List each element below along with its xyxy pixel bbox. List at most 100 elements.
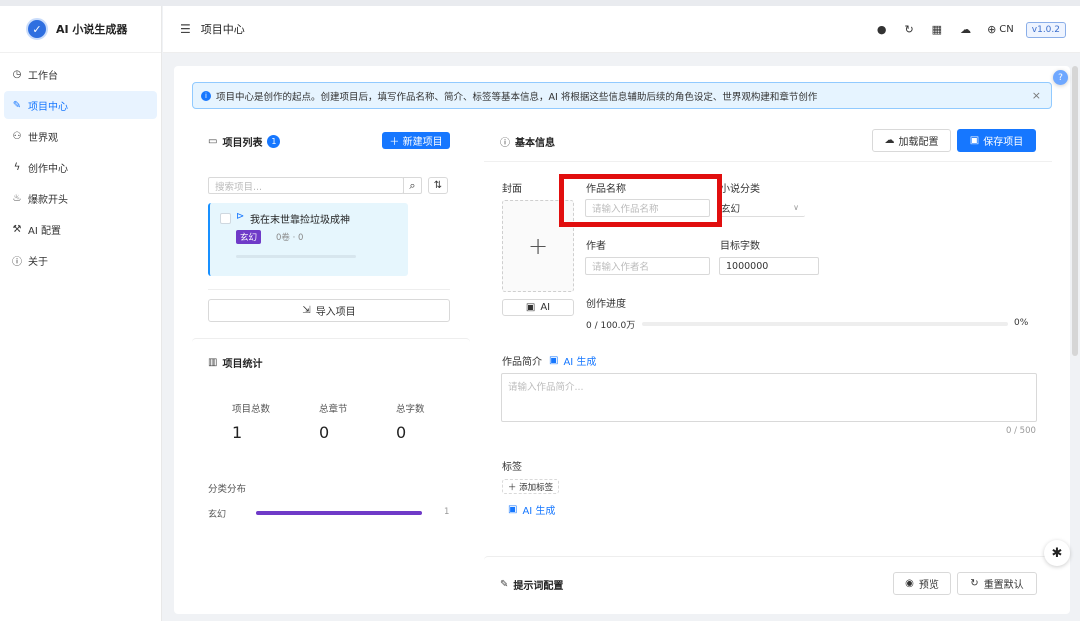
load-config-button[interactable]: ☁ 加载配置 — [872, 129, 951, 152]
project-count-badge: 1 — [267, 135, 281, 148]
sidebar-item-label: AI 配置 — [28, 225, 61, 237]
save-project-label: 保存项目 — [983, 137, 1024, 148]
highlight-box — [559, 174, 722, 227]
summary-textarea[interactable]: 请输入作品简介... — [501, 373, 1037, 422]
prompt-config-card: ✎ 提示词配置 ◉ 预览 ↻ 重置默认 — [484, 556, 1052, 614]
distribution-track — [256, 511, 422, 515]
close-icon[interactable]: × — [1032, 89, 1041, 102]
folder-open-icon: ⊳ — [236, 211, 245, 222]
reset-default-button[interactable]: ↻ 重置默认 — [957, 572, 1037, 595]
grid-icon[interactable]: ▦ — [932, 23, 942, 36]
robot-icon: ▣ — [549, 355, 559, 366]
reset-default-label: 重置默认 — [983, 580, 1024, 591]
summary-ai-generate-link[interactable]: ▣ AI 生成 — [549, 353, 596, 368]
target-words-input[interactable]: 1000000 — [719, 257, 819, 275]
info-icon: i — [201, 90, 211, 101]
sort-icon[interactable]: ⇅ — [428, 177, 448, 194]
tags-label: 标签 — [502, 462, 522, 473]
header: ☰ 项目中心 ● ↻ ▦ ☁ ⊕ CN v1.0.2 — [163, 6, 1080, 53]
stat-label-chapters: 总章节 — [319, 404, 348, 415]
sidebar-item-2[interactable]: ⚇ 世界观 — [4, 122, 157, 150]
distribution-label: 玄幻 — [208, 510, 227, 520]
summary-label: 作品简介 — [502, 357, 542, 368]
preview-button[interactable]: ◉ 预览 — [893, 572, 951, 595]
scrollbar[interactable] — [1072, 66, 1078, 356]
fire-icon: ♨ — [12, 192, 22, 204]
save-project-button[interactable]: ▣ 保存项目 — [957, 129, 1036, 152]
sidebar-item-0[interactable]: ◷ 工作台 — [4, 60, 157, 88]
category-value: 玄幻 — [721, 203, 741, 215]
page-title: 项目中心 — [200, 23, 245, 36]
refresh-icon[interactable]: ↻ — [904, 23, 913, 36]
project-meta: 0卷 · 0 — [276, 233, 304, 243]
edit-icon: ✎ — [500, 579, 509, 590]
stat-label-projects: 项目总数 — [232, 404, 271, 415]
stat-value-chapters: 0 — [319, 423, 330, 442]
cloud-icon[interactable]: ☁ — [960, 23, 971, 36]
language-switch[interactable]: ⊕ CN — [987, 23, 1014, 36]
project-name: 我在末世靠捡垃圾成神 — [250, 215, 350, 226]
sidebar-item-label: 世界观 — [28, 132, 58, 144]
wrench-icon: ⚒ — [12, 223, 22, 235]
info-alert: i 项目中心是创作的起点。创建项目后，填写作品名称、简介、标签等基本信息，AI … — [192, 82, 1052, 109]
target-words-label: 目标字数 — [720, 241, 760, 252]
project-progress-bar — [236, 255, 356, 258]
sidebar-item-label: 创作中心 — [28, 163, 68, 175]
bug-icon[interactable]: ✱ — [1044, 540, 1070, 566]
bulb-icon[interactable]: ● — [877, 23, 887, 36]
search-icon[interactable]: ⌕ — [403, 177, 422, 194]
sidebar-item-label: 工作台 — [28, 70, 58, 82]
dashboard-icon: ◷ — [12, 68, 22, 80]
chevron-down-icon: ∨ — [793, 203, 799, 212]
summary-char-count: 0 / 500 — [1006, 426, 1036, 436]
divider — [208, 289, 450, 290]
summary-ai-label: AI 生成 — [563, 357, 597, 368]
sidebar-item-3[interactable]: ϟ 创作中心 — [4, 153, 157, 181]
help-icon[interactable]: ? — [1053, 70, 1068, 85]
stat-value-projects: 1 — [232, 423, 243, 442]
project-list-header: ▭ 项目列表 1 — [208, 134, 281, 149]
sidebar-item-4[interactable]: ♨ 爆款开头 — [4, 184, 157, 212]
project-list-item[interactable]: ⊳ 我在末世靠捡垃圾成神 玄幻 0卷 · 0 — [208, 203, 408, 276]
cloud-download-icon: ☁ — [884, 135, 895, 146]
brand: ✓ AI 小说生成器 — [0, 6, 161, 53]
distribution-title: 分类分布 — [208, 484, 247, 495]
language-label: CN — [999, 24, 1014, 35]
preview-label: 预览 — [918, 580, 939, 591]
stats-header: ▥ 项目统计 — [208, 355, 262, 370]
robot-icon: ▣ — [508, 504, 518, 515]
basic-info-title: 基本信息 — [515, 138, 555, 149]
progress-text: 0 / 100.0万 — [586, 321, 636, 331]
edit-icon: ✎ — [12, 99, 22, 111]
sidebar-item-1[interactable]: ✎ 项目中心 — [4, 91, 157, 119]
cover-ai-button[interactable]: ▣ AI — [502, 299, 574, 316]
cover-label: 封面 — [502, 184, 522, 195]
import-label: 导入项目 — [315, 307, 356, 318]
category-select[interactable]: 玄幻 ∨ — [719, 199, 805, 217]
app-logo-icon: ✓ — [26, 18, 48, 40]
stat-value-words: 0 — [396, 423, 407, 442]
sidebar-item-5[interactable]: ⚒ AI 配置 — [4, 215, 157, 243]
tags-ai-generate-link[interactable]: ▣ AI 生成 — [508, 502, 555, 517]
globe-icon: ⊕ — [987, 23, 997, 36]
progress-label: 创作进度 — [586, 299, 626, 310]
progress-track — [642, 322, 1008, 326]
divider — [484, 161, 1052, 162]
project-search-input[interactable]: 搜索项目... — [208, 177, 404, 194]
project-stats-card: ▥ 项目统计 项目总数 总章节 总字数 1 0 0 分类分布 玄幻 1 — [192, 338, 470, 538]
robot-icon: ▣ — [525, 302, 536, 313]
basic-info-header: ⓘ 基本信息 — [500, 134, 555, 149]
app-title: AI 小说生成器 — [56, 23, 128, 36]
category-label: 小说分类 — [720, 184, 760, 195]
author-input[interactable]: 请输入作者名 — [585, 257, 710, 275]
save-icon: ▣ — [969, 135, 980, 146]
checkbox[interactable] — [220, 213, 231, 224]
add-tag-button[interactable]: ＋ 添加标签 — [502, 479, 559, 494]
new-project-button[interactable]: ＋ 新建项目 — [382, 132, 450, 149]
header-tools: ● ↻ ▦ ☁ ⊕ CN v1.0.2 — [859, 6, 1066, 53]
import-project-button[interactable]: ⇲ 导入项目 — [208, 299, 450, 322]
import-icon: ⇲ — [302, 305, 311, 316]
sidebar-item-6[interactable]: ⓘ 关于 — [4, 246, 157, 274]
menu-toggle-icon[interactable]: ☰ — [180, 22, 191, 36]
alert-text: 项目中心是创作的起点。创建项目后，填写作品名称、简介、标签等基本信息，AI 将根… — [216, 91, 818, 103]
